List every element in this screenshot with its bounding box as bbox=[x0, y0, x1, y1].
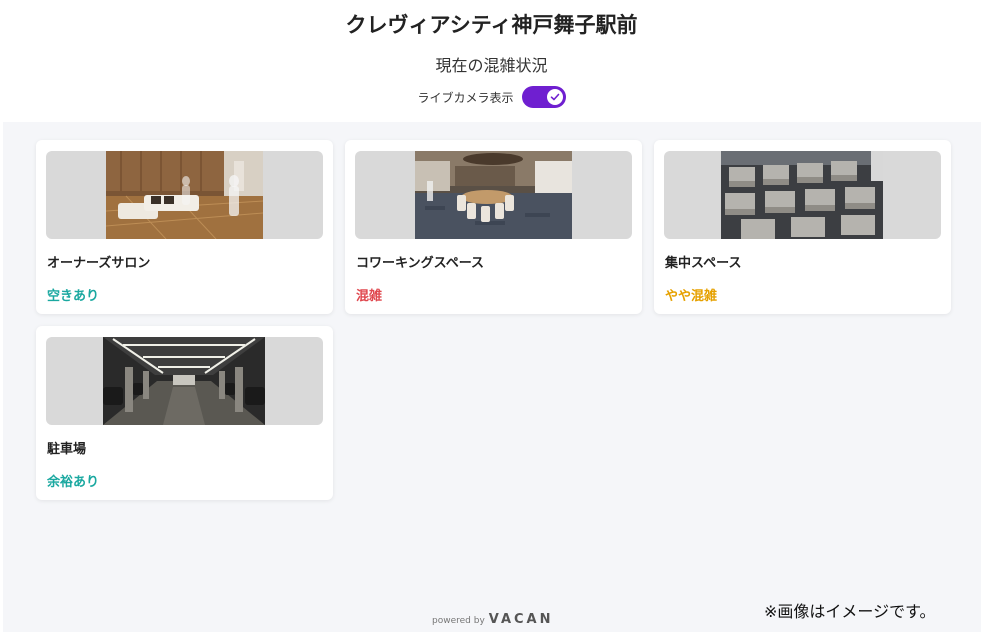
status-badge: 余裕あり bbox=[47, 475, 100, 490]
powered-by-label: powered by bbox=[432, 616, 485, 626]
facility-name: 駐車場 bbox=[47, 442, 87, 457]
page-title: クレヴィアシティ神戸舞子駅前 bbox=[345, 13, 638, 37]
status-badge: 空きあり bbox=[47, 289, 100, 304]
live-camera-toggle-label: ライブカメラ表示 bbox=[417, 90, 514, 105]
card-image-area bbox=[355, 151, 632, 239]
facility-card-owners-salon[interactable]: オーナーズサロン 空きあり bbox=[36, 140, 333, 314]
facility-name: コワーキングスペース bbox=[356, 256, 485, 271]
facility-name: オーナーズサロン bbox=[47, 256, 151, 271]
card-image-area bbox=[46, 151, 323, 239]
facility-list: オーナーズサロン 空きあり コワーキングスペース 混雑 集中スペース やや混雑 … bbox=[3, 122, 981, 632]
facility-name: 集中スペース bbox=[665, 256, 742, 271]
facility-card-parking[interactable]: 駐車場 余裕あり bbox=[36, 326, 333, 500]
status-badge: 混雑 bbox=[356, 289, 383, 304]
toggle-knob bbox=[546, 89, 563, 105]
header: クレヴィアシティ神戸舞子駅前 現在の混雑状況 ライブカメラ表示 bbox=[0, 0, 983, 120]
status-badge: やや混雑 bbox=[665, 289, 718, 304]
image-note: ※画像はイメージです。 bbox=[764, 602, 936, 621]
facility-card-coworking[interactable]: コワーキングスペース 混雑 bbox=[345, 140, 642, 314]
card-image-area bbox=[46, 337, 323, 425]
live-camera-toggle-row: ライブカメラ表示 bbox=[0, 86, 983, 108]
card-image-area bbox=[664, 151, 941, 239]
powered-by: powered by VACAN bbox=[432, 612, 554, 627]
check-icon bbox=[550, 93, 559, 101]
focus-space-photo bbox=[721, 151, 883, 239]
coworking-space-photo bbox=[415, 151, 572, 239]
brand-logo: VACAN bbox=[488, 612, 554, 627]
live-camera-toggle[interactable] bbox=[521, 86, 566, 108]
owners-salon-photo bbox=[106, 151, 263, 239]
facility-card-focus-space[interactable]: 集中スペース やや混雑 bbox=[654, 140, 951, 314]
parking-lot-photo bbox=[103, 337, 265, 425]
page-subtitle: 現在の混雑状況 bbox=[435, 56, 548, 75]
